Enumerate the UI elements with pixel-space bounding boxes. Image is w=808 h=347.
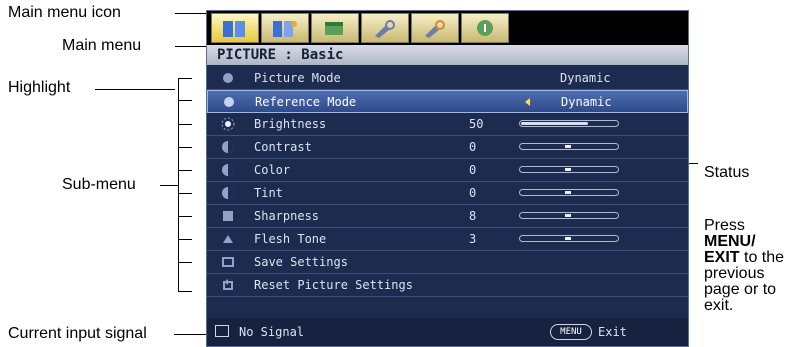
row-label: Tint: [254, 186, 283, 200]
row-label: Picture Mode: [254, 71, 341, 85]
menu-row-picture-mode[interactable]: Picture Mode Dynamic: [207, 67, 688, 90]
contrast-icon: [222, 141, 234, 153]
save-settings-icon: [222, 257, 234, 267]
brightness-slider[interactable]: [519, 120, 619, 127]
menu-row-sharpness[interactable]: Sharpness 8: [207, 205, 688, 228]
menu-row-save-settings[interactable]: Save Settings: [207, 251, 688, 274]
callout-current-input-signal: Current input signal: [8, 325, 147, 342]
slider-knob: [565, 168, 571, 171]
callout-main-menu-icon: Main menu icon: [8, 4, 121, 21]
display-tab-icon: [325, 22, 343, 35]
callout-bracket: [178, 78, 192, 79]
osd-menu: PICTURE : Basic Picture Mode Dynamic Ref…: [206, 10, 689, 347]
bracket-tick: [178, 193, 192, 194]
bracket-tick: [178, 216, 192, 217]
callout-bracket: [178, 78, 179, 292]
menu-row-brightness[interactable]: Brightness 50: [207, 113, 688, 136]
picture-mode-icon: [223, 73, 233, 83]
row-value: 0: [469, 140, 477, 154]
row-value: 0: [469, 163, 477, 177]
menu-title: PICTURE : Basic: [207, 45, 688, 65]
bracket-tick: [178, 239, 192, 240]
slider-knob: [565, 214, 571, 217]
menu-button[interactable]: MENU: [550, 324, 592, 340]
callout-press-menu: Press MENU/ EXIT to the previous page or…: [704, 217, 785, 314]
slider-knob: [565, 237, 571, 240]
row-value: 50: [469, 117, 484, 131]
callout-line: [160, 185, 178, 186]
callout-bracket: [178, 100, 192, 101]
picture-tab-icon: [223, 21, 245, 37]
row-label: Sharpness: [254, 209, 320, 223]
reset-settings-icon: [223, 279, 233, 290]
color-slider[interactable]: [519, 166, 619, 173]
menu-row-reference-mode[interactable]: Reference Mode Dynamic: [207, 90, 688, 113]
reference-mode-icon: [224, 97, 234, 107]
contrast-slider[interactable]: [519, 143, 619, 150]
sharpness-icon: [223, 211, 233, 221]
callout-main-menu: Main menu: [62, 37, 142, 54]
callout-line: [175, 46, 210, 47]
flesh-tone-slider[interactable]: [519, 235, 619, 242]
row-value: 0: [469, 186, 477, 200]
callout-status: Status: [704, 164, 750, 181]
exit-label: Exit: [598, 325, 627, 339]
bracket-tick: [178, 262, 192, 263]
menu-row-contrast[interactable]: Contrast 0: [207, 136, 688, 159]
tab-information[interactable]: [461, 13, 509, 43]
brightness-icon: [221, 117, 235, 131]
tab-setup-advanced[interactable]: [411, 13, 459, 43]
row-label: Reference Mode: [255, 95, 357, 109]
tab-display[interactable]: [311, 13, 359, 43]
status-bar: No Signal MENU Exit: [207, 318, 688, 346]
flesh-tone-icon: [223, 235, 233, 243]
input-signal-text: No Signal: [239, 325, 305, 339]
main-menu-tab-bar: [207, 11, 688, 45]
slider-knob: [565, 145, 571, 148]
row-status: Dynamic: [560, 71, 611, 85]
bracket-tick: [178, 291, 192, 292]
bracket-tick: [178, 124, 192, 125]
tint-slider[interactable]: [519, 189, 619, 196]
tab-advanced-picture[interactable]: [261, 13, 309, 43]
row-value: 3: [469, 232, 477, 246]
left-arrow-icon[interactable]: [525, 98, 530, 106]
row-label: Brightness: [254, 117, 327, 131]
input-source-icon: [215, 325, 229, 337]
menu-row-tint[interactable]: Tint 0: [207, 182, 688, 205]
callout-highlight: Highlight: [8, 79, 71, 96]
slider-knob: [565, 191, 571, 194]
callout-sub-menu: Sub-menu: [62, 176, 136, 193]
bracket-tick: [178, 147, 192, 148]
row-label: Color: [254, 163, 291, 177]
row-status: Dynamic: [561, 95, 612, 109]
row-label: Contrast: [254, 140, 312, 154]
advanced-picture-tab-icon: [273, 21, 297, 37]
sharpness-slider[interactable]: [519, 212, 619, 219]
bracket-tick: [178, 170, 192, 171]
slider-fill: [521, 122, 588, 125]
tab-setup-basic[interactable]: [361, 13, 409, 43]
tab-picture[interactable]: [211, 13, 259, 43]
row-label: Reset Picture Settings: [254, 278, 413, 292]
row-label: Save Settings: [254, 255, 348, 269]
row-value: 8: [469, 209, 477, 223]
row-label: Flesh Tone: [254, 232, 327, 246]
tint-icon: [222, 187, 234, 199]
setup-basic-tab-icon: [375, 20, 395, 38]
menu-row-color[interactable]: Color 0: [207, 159, 688, 182]
menu-row-flesh-tone[interactable]: Flesh Tone 3: [207, 228, 688, 251]
callout-line: [95, 89, 175, 90]
menu-row-reset-picture-settings[interactable]: Reset Picture Settings: [207, 274, 688, 297]
setup-advanced-tab-icon: [425, 20, 445, 38]
information-tab-icon: [477, 20, 493, 36]
color-icon: [222, 164, 234, 176]
